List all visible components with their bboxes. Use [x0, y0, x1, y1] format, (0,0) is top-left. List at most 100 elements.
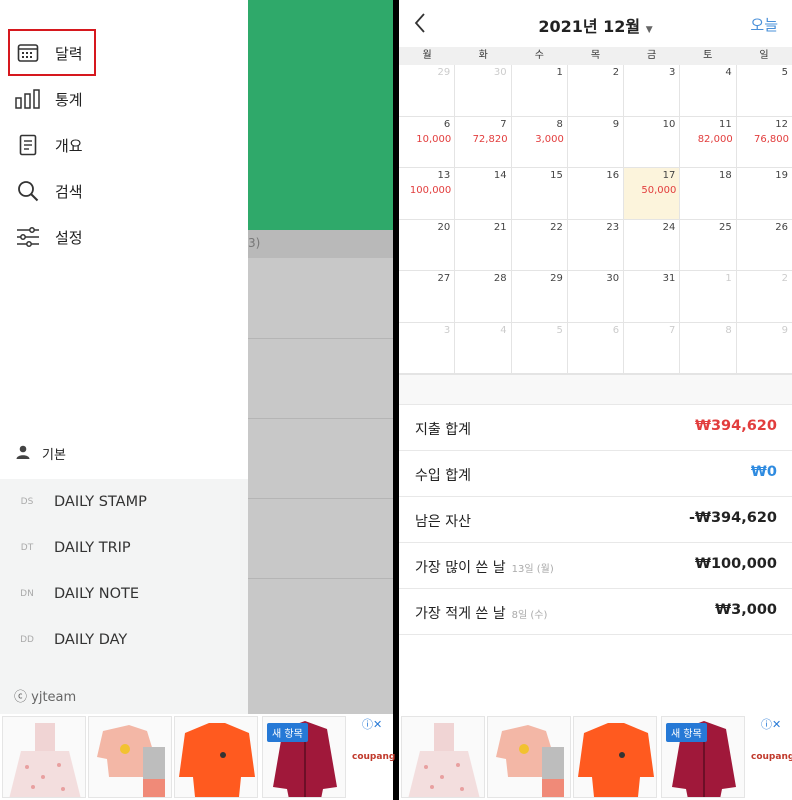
calendar-day[interactable]: 26	[737, 220, 792, 271]
calendar-day[interactable]: 23	[568, 219, 625, 270]
ad-product-sweatshirt-pink[interactable]	[88, 716, 172, 798]
calendar-day[interactable]: 1	[680, 271, 737, 322]
app-item-daily-stamp[interactable]: DS DAILY STAMP	[0, 479, 248, 525]
ad-product-dress[interactable]	[2, 716, 86, 798]
app-name: DAILY NOTE	[54, 586, 140, 602]
ad-banner-left[interactable]: 새 항목 ⓘ✕ coupang	[0, 714, 395, 800]
calendar-day[interactable]: 25	[680, 219, 737, 270]
calendar-day[interactable]: 3	[399, 322, 456, 373]
calendar-day[interactable]: 7	[624, 322, 681, 373]
calendar-day[interactable]: 22	[512, 219, 568, 270]
calendar-day[interactable]: 1	[512, 65, 568, 116]
summary-row-income: 수입 합계 ₩0	[399, 450, 792, 496]
calendar-day[interactable]: 10	[624, 116, 681, 167]
person-icon	[16, 445, 30, 463]
calendar-day[interactable]: 18	[680, 168, 737, 219]
calendar-day[interactable]: 6 10,000	[399, 116, 456, 167]
ad-product-sweatshirt-orange[interactable]	[573, 716, 657, 798]
menu-item-overview[interactable]: 개요	[14, 128, 234, 162]
ad-banner-right[interactable]: 새 항목 ⓘ✕ coupang	[399, 714, 792, 800]
ad-product-sweatshirt-orange[interactable]	[174, 716, 258, 798]
day-expense: 72,820	[472, 133, 508, 145]
ad-product-sweatshirt-pink[interactable]	[487, 716, 571, 798]
calendar-day[interactable]: 29	[399, 65, 456, 116]
calendar-day[interactable]: 3	[624, 65, 681, 116]
day-number: 4	[500, 324, 507, 336]
sliders-icon	[14, 223, 42, 251]
menu-item-settings[interactable]: 설정	[14, 220, 234, 254]
calendar-day[interactable]: 2	[568, 65, 625, 116]
calendar-day[interactable]: 13 100,000	[399, 168, 456, 219]
day-expense: 82,000	[697, 133, 733, 145]
summary-value: -₩394,620	[688, 510, 777, 526]
summary-value: ₩100,000	[694, 556, 777, 572]
summary-row-min-day[interactable]: 가장 적게 쓴 날 8일 (수) ₩3,000	[399, 588, 792, 634]
month-summary: 지출 합계 ₩394,620 수입 합계 ₩0 남은 자산 -₩394,620 …	[399, 404, 792, 635]
calendar-day[interactable]: 20	[399, 219, 456, 270]
month-selector[interactable]: 2021년 12월 ▼	[399, 13, 792, 37]
calendar-day[interactable]: 14	[455, 168, 512, 219]
menu-label: 설정	[55, 228, 83, 247]
calendar-day[interactable]: 21	[455, 219, 512, 270]
day-number: 25	[718, 221, 732, 233]
calendar-week: 13 100,000 14 15 16 17 50,000 18 19	[399, 168, 792, 220]
calendar-day[interactable]: 15	[512, 168, 568, 219]
app-code: DS	[20, 497, 34, 507]
calendar-day[interactable]: 5	[512, 322, 568, 373]
day-number: 6	[612, 324, 620, 336]
dimmed-content[interactable]: 3)	[248, 230, 393, 714]
summary-row-expense: 지출 합계 ₩394,620	[399, 404, 792, 450]
summary-row-max-day[interactable]: 가장 많이 쓴 날 13일 (월) ₩100,000	[399, 542, 792, 588]
day-number: 16	[606, 170, 620, 181]
app-item-daily-trip[interactable]: DT DAILY TRIP	[0, 525, 248, 571]
calendar-day[interactable]: 24	[624, 219, 681, 270]
day-number: 4	[725, 67, 732, 78]
summary-label: 지출 합계	[415, 422, 471, 438]
day-number: 14	[493, 170, 507, 181]
ad-info-icon[interactable]: ⓘ✕	[362, 716, 382, 732]
calendar-day[interactable]: 9	[737, 323, 792, 374]
summary-label: 가장 많이 쓴 날 13일 (월)	[415, 557, 554, 577]
account-selector[interactable]: 기본	[16, 444, 66, 463]
menu-item-statistics[interactable]: 통계	[14, 82, 234, 116]
day-number: 31	[662, 273, 676, 284]
ad-info-icon[interactable]: ⓘ✕	[761, 716, 781, 732]
calendar-day-today[interactable]: 17 50,000	[624, 168, 681, 219]
calendar-day[interactable]: 11 82,000	[680, 116, 737, 167]
calendar-day[interactable]: 12 76,800	[737, 117, 792, 168]
summary-label-text: 가장 많이 쓴 날	[415, 560, 506, 576]
day-number: 9	[612, 118, 620, 130]
copyright-text: ⓒ yjteam	[14, 690, 77, 705]
menu-item-search[interactable]: 검색	[14, 174, 234, 208]
ad-product-jacket[interactable]: 새 항목	[262, 716, 346, 798]
ad-product-dress[interactable]	[401, 716, 485, 798]
calendar-day[interactable]: 30	[455, 65, 512, 116]
app-item-daily-note[interactable]: DN DAILY NOTE	[0, 571, 248, 617]
calendar-day[interactable]: 7 72,820	[455, 116, 512, 167]
weekday-label: 목	[590, 50, 601, 61]
day-number: 29	[437, 67, 451, 78]
summary-label-text: 가장 적게 쓴 날	[415, 606, 506, 622]
calendar-day[interactable]: 31	[624, 271, 681, 322]
calendar-grid: 29 30 1 2 3 4 5 6 10,000 7 72,820 8 3,000 9 10 11 82,000…	[399, 65, 792, 374]
menu-label: 개요	[55, 136, 83, 155]
calendar-day[interactable]: 27	[399, 271, 456, 322]
today-button[interactable]: 오늘	[750, 14, 778, 35]
calendar-day[interactable]: 8	[680, 322, 737, 373]
calendar-day[interactable]: 28	[455, 271, 512, 322]
background-strip: 3)	[248, 230, 393, 258]
summary-value: ₩3,000	[715, 602, 777, 618]
calendar-day[interactable]: 8 3,000	[512, 116, 568, 167]
calendar-day[interactable]: 6	[568, 322, 625, 373]
calendar-day[interactable]: 2	[737, 271, 792, 322]
calendar-day[interactable]: 19	[737, 168, 792, 219]
calendar-day[interactable]: 16	[568, 168, 625, 219]
calendar-day[interactable]: 5	[737, 65, 792, 116]
calendar-day[interactable]: 4	[680, 65, 737, 116]
calendar-day[interactable]: 29	[512, 271, 568, 322]
app-item-daily-day[interactable]: DD DAILY DAY	[0, 617, 248, 663]
calendar-day[interactable]: 30	[568, 271, 625, 322]
calendar-day[interactable]: 4	[455, 322, 512, 373]
calendar-day[interactable]: 9	[568, 116, 625, 167]
ad-product-jacket[interactable]: 새 항목	[661, 716, 745, 798]
